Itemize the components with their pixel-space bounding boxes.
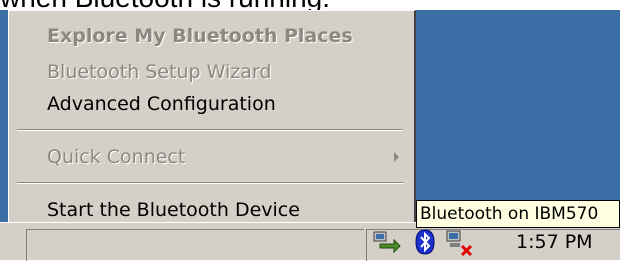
taskbar-clock[interactable]: 1:57 PM (516, 228, 593, 256)
caption-text: when Bluetooth is running. (0, 0, 620, 10)
menu-separator (17, 129, 403, 131)
menu-item-advanced-configuration[interactable]: Advanced Configuration (9, 87, 413, 121)
menu-item-quick-connect: Quick Connect (9, 140, 413, 174)
bluetooth-context-menu: Explore My Bluetooth Places Bluetooth Se… (8, 10, 416, 232)
menu-item-explore-my-bluetooth-places: Explore My Bluetooth Places (47, 25, 353, 47)
network-disconnected-icon[interactable] (444, 229, 474, 257)
network-drive-icon[interactable] (372, 230, 402, 254)
submenu-arrow-icon (394, 152, 399, 162)
menu-item-label: Quick Connect (47, 146, 186, 168)
bluetooth-icon[interactable] (414, 229, 436, 255)
menu-separator (17, 182, 403, 184)
menu-item-bluetooth-setup-wizard: Bluetooth Setup Wizard (47, 61, 272, 83)
bluetooth-tooltip: Bluetooth on IBM570 (416, 200, 620, 228)
taskbar-button-area[interactable] (26, 229, 364, 261)
